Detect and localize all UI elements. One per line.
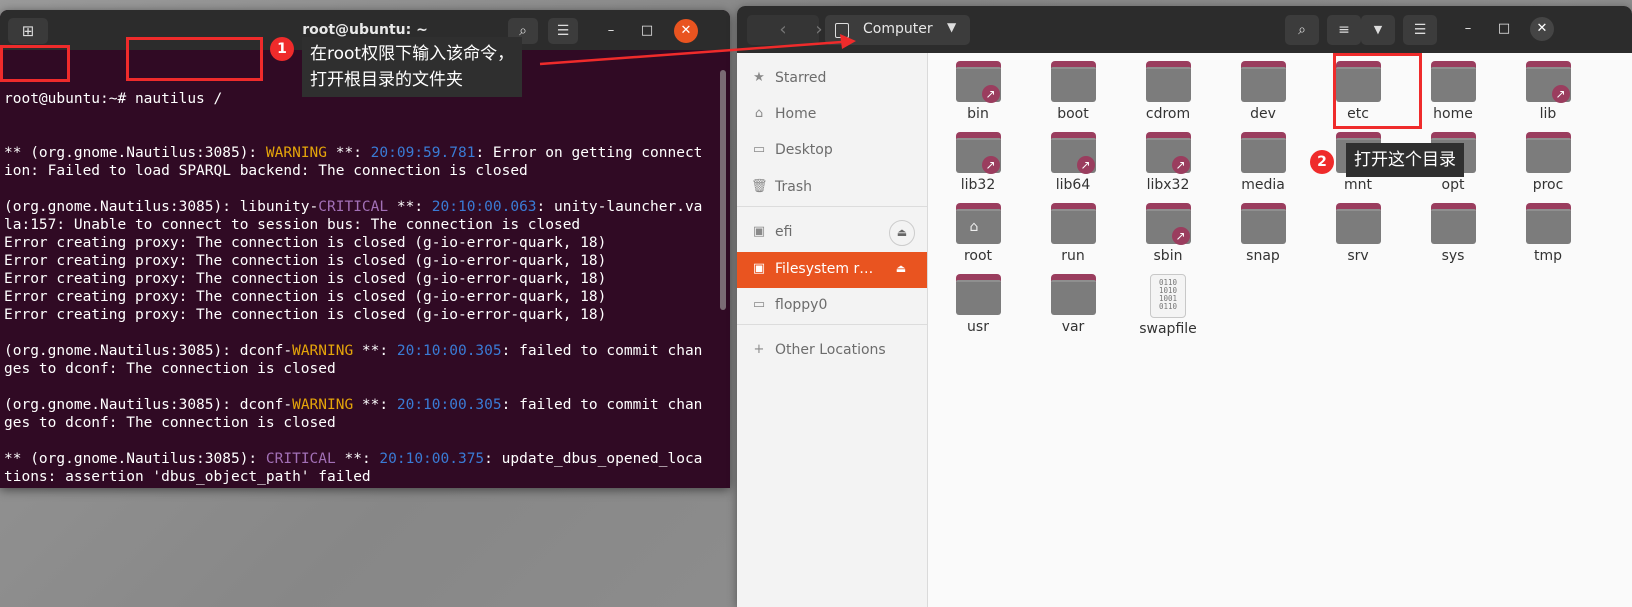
step-badge-2: 2: [1310, 150, 1334, 174]
highlight-box-etc: [1333, 53, 1422, 129]
callout-step-2: 打开这个目录: [1346, 143, 1464, 177]
